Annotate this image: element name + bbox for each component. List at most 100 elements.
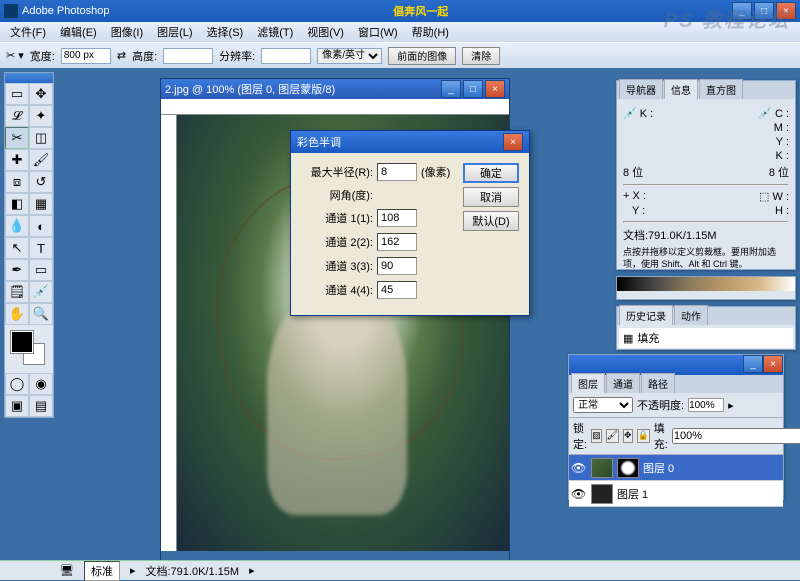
doc-minimize-button[interactable]: _	[441, 80, 461, 98]
opacity-input[interactable]	[688, 398, 724, 412]
brush-tool-icon[interactable]: 🖌	[29, 149, 53, 171]
blend-mode-select[interactable]: 正常	[573, 397, 633, 413]
tab-info[interactable]: 信息	[664, 79, 698, 99]
history-brush-tool-icon[interactable]: ↺	[29, 171, 53, 193]
history-item[interactable]: ▦填充	[619, 328, 793, 348]
front-image-button[interactable]: 前面的图像	[388, 47, 456, 65]
tab-actions[interactable]: 动作	[674, 305, 708, 325]
menu-image[interactable]: 图像(I)	[105, 22, 149, 42]
layers-panel: _ × 图层 通道 路径 正常 不透明度: ▸ 锁定: ▨ 🖌 ✥ 🔒 填充: …	[568, 354, 784, 500]
os-icons: 🖥	[60, 564, 74, 577]
ok-button[interactable]: 确定	[463, 163, 519, 183]
fg-color-swatch[interactable]	[11, 331, 33, 353]
eyedropper-icon: 💉	[758, 108, 772, 120]
tab-history[interactable]: 历史记录	[619, 305, 673, 325]
unit-select[interactable]: 像素/英寸	[317, 48, 382, 64]
crop-tool-icon[interactable]: ✂	[5, 127, 29, 149]
dodge-tool-icon[interactable]: ◐	[29, 215, 53, 237]
notes-tool-icon[interactable]: 🗒	[5, 281, 29, 303]
radius-unit: (像素)	[421, 164, 450, 180]
hand-tool-icon[interactable]: ✋	[5, 303, 29, 325]
tab-histogram[interactable]: 直方图	[699, 79, 743, 99]
toolbox-header[interactable]	[5, 73, 53, 83]
cancel-button[interactable]: 取消	[463, 187, 519, 207]
resolution-label: 分辨率:	[219, 48, 255, 64]
ch4-input[interactable]	[377, 281, 417, 299]
chevron-icon[interactable]: ▸	[249, 564, 255, 577]
tab-layers[interactable]: 图层	[571, 373, 605, 393]
menu-help[interactable]: 帮助(H)	[406, 22, 455, 42]
menu-filter[interactable]: 滤镜(T)	[251, 22, 299, 42]
chevron-icon[interactable]: ▸	[130, 564, 136, 577]
ruler-vertical[interactable]	[161, 115, 177, 551]
width-input[interactable]	[61, 48, 111, 64]
layer-name[interactable]: 图层 0	[643, 460, 674, 476]
layer-thumb[interactable]	[591, 458, 613, 478]
chevron-icon[interactable]: ▸	[728, 399, 734, 412]
type-tool-icon[interactable]: T	[29, 237, 53, 259]
layer-item-0[interactable]: 👁 图层 0	[569, 455, 783, 481]
heal-tool-icon[interactable]: ✚	[5, 149, 29, 171]
layer-name[interactable]: 图层 1	[617, 486, 648, 502]
panel-close-button[interactable]: ×	[763, 355, 783, 373]
height-input[interactable]	[163, 48, 213, 64]
slice-tool-icon[interactable]: ◫	[29, 127, 53, 149]
panel-minimize-button[interactable]: _	[743, 355, 763, 373]
lock-trans-icon[interactable]: ▨	[591, 429, 602, 443]
lock-move-icon[interactable]: ✥	[623, 429, 633, 443]
toolbox: ▭✥ 𝓛✦ ✂◫ ✚🖌 ⧈↺ ◧▦ 💧◐ ↖T ✒▭ 🗒💉 ✋🔍 ◯◉ ▣▤	[4, 72, 54, 418]
dialog-title: 彩色半调	[297, 134, 503, 150]
blur-tool-icon[interactable]: 💧	[5, 215, 29, 237]
shape-tool-icon[interactable]: ▭	[29, 259, 53, 281]
ruler-horizontal[interactable]	[161, 99, 509, 115]
screenmode2-icon[interactable]: ▤	[29, 395, 53, 417]
doc-close-button[interactable]: ×	[485, 80, 505, 98]
gradient-tool-icon[interactable]: ▦	[29, 193, 53, 215]
dialog-close-button[interactable]: ×	[503, 133, 523, 151]
wand-tool-icon[interactable]: ✦	[29, 105, 53, 127]
angle-label: 网角(度):	[301, 187, 373, 203]
menu-select[interactable]: 选择(S)	[201, 22, 250, 42]
visibility-icon[interactable]: 👁	[571, 461, 587, 475]
layer-item-1[interactable]: 👁 图层 1	[569, 481, 783, 507]
tab-navigator[interactable]: 导航器	[619, 79, 663, 99]
layer-thumb[interactable]	[591, 484, 613, 504]
path-tool-icon[interactable]: ↖	[5, 237, 29, 259]
menu-file[interactable]: 文件(F)	[4, 22, 52, 42]
radius-input[interactable]	[377, 163, 417, 181]
pen-tool-icon[interactable]: ✒	[5, 259, 29, 281]
clear-button[interactable]: 清除	[462, 47, 500, 65]
visibility-icon[interactable]: 👁	[571, 487, 587, 501]
lock-all-icon[interactable]: 🔒	[637, 429, 650, 443]
doc-maximize-button[interactable]: □	[463, 80, 483, 98]
marquee-tool-icon[interactable]: ▭	[5, 83, 29, 105]
move-tool-icon[interactable]: ✥	[29, 83, 53, 105]
ch2-input[interactable]	[377, 233, 417, 251]
quickmask-on-icon[interactable]: ◉	[29, 373, 53, 395]
fill-input[interactable]	[672, 428, 800, 444]
menu-view[interactable]: 视图(V)	[301, 22, 350, 42]
stamp-tool-icon[interactable]: ⧈	[5, 171, 29, 193]
quickmask-icon[interactable]: ◯	[5, 373, 29, 395]
ch3-input[interactable]	[377, 257, 417, 275]
ch1-input[interactable]	[377, 209, 417, 227]
lasso-tool-icon[interactable]: 𝓛	[5, 105, 29, 127]
app-title: Adobe Photoshop	[22, 5, 109, 17]
tab-channels[interactable]: 通道	[606, 373, 640, 393]
color-swatches[interactable]	[9, 329, 49, 369]
defaults-button[interactable]: 默认(D)	[463, 211, 519, 231]
eraser-tool-icon[interactable]: ◧	[5, 193, 29, 215]
screenmode-icon[interactable]: ▣	[5, 395, 29, 417]
resolution-input[interactable]	[261, 48, 311, 64]
menu-window[interactable]: 窗口(W)	[352, 22, 404, 42]
tab-paths[interactable]: 路径	[641, 373, 675, 393]
eyedropper-tool-icon[interactable]: 💉	[29, 281, 53, 303]
swatch-bar[interactable]	[617, 277, 795, 291]
zoom-tool-icon[interactable]: 🔍	[29, 303, 53, 325]
layer-mask-thumb[interactable]	[617, 458, 639, 478]
swap-icon[interactable]: ⇄	[117, 49, 126, 62]
lock-paint-icon[interactable]: 🖌	[606, 429, 619, 443]
zoom-display[interactable]: 标准	[84, 561, 120, 581]
menu-layer[interactable]: 图层(L)	[151, 22, 198, 42]
menu-edit[interactable]: 编辑(E)	[54, 22, 103, 42]
